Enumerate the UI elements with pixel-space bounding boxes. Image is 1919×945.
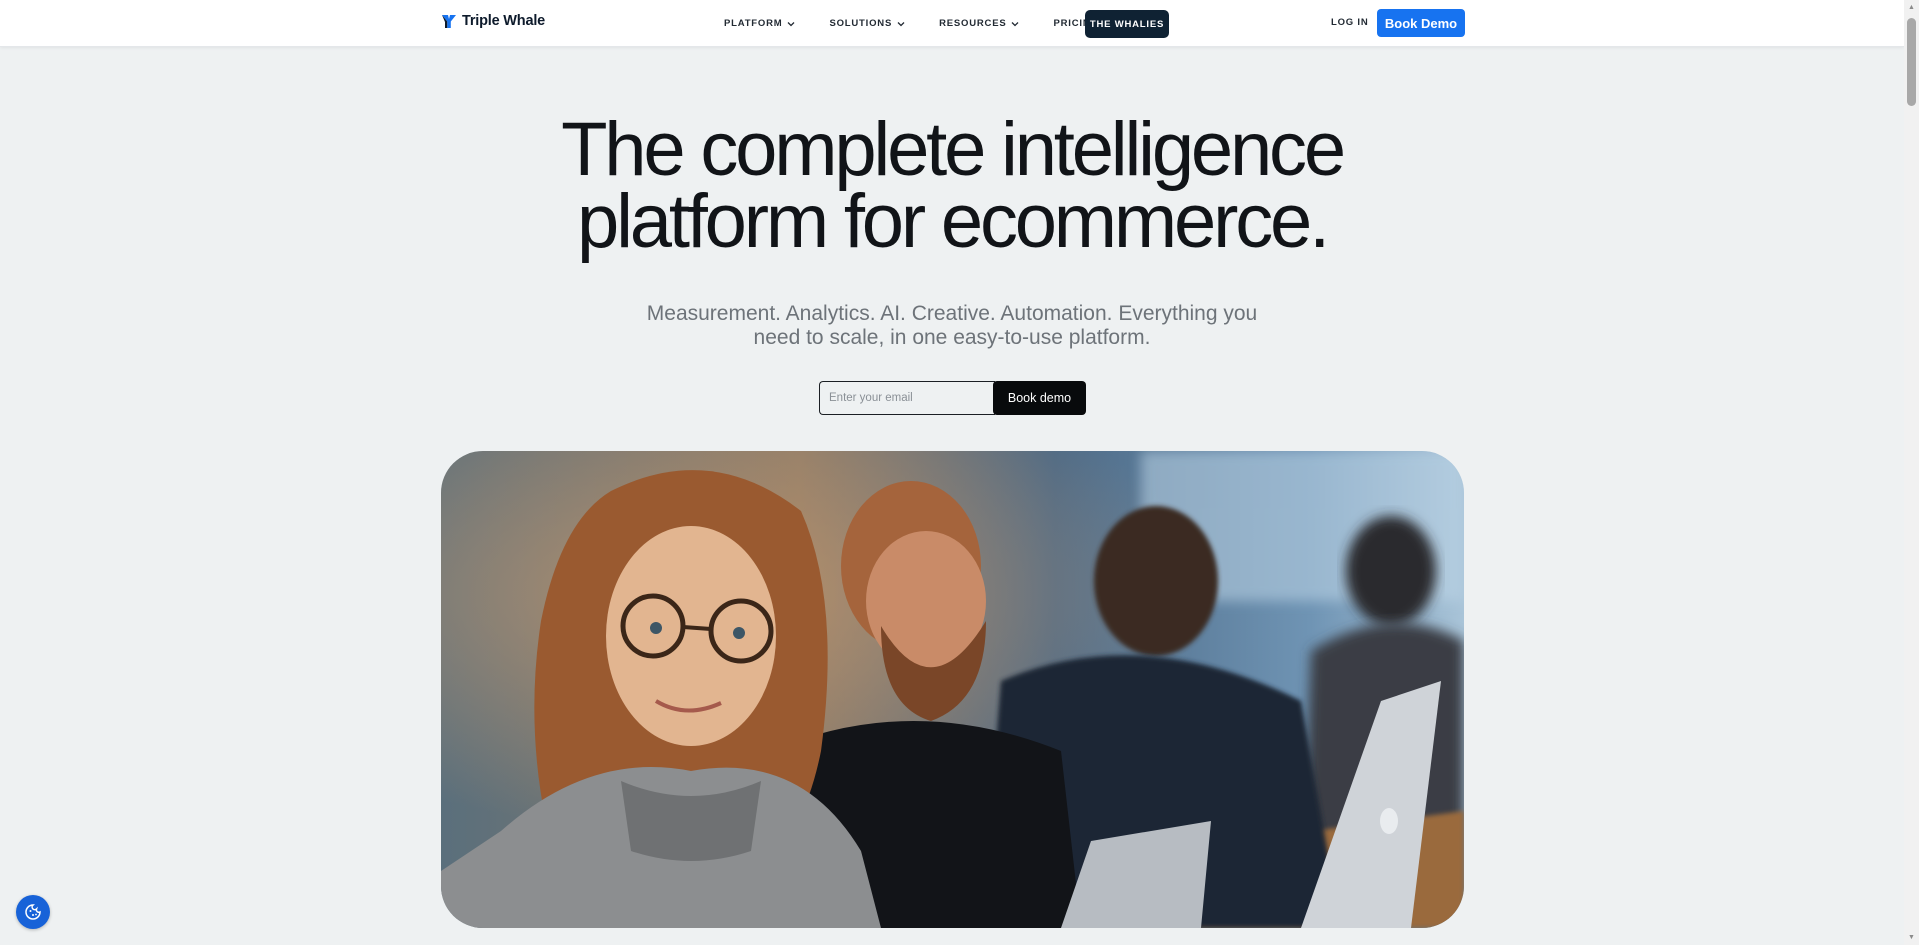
scroll-down-arrow-icon[interactable]: ▼ xyxy=(1904,930,1919,945)
nav-resources-label: RESOURCES xyxy=(939,18,1007,29)
chevron-down-icon xyxy=(897,21,905,26)
nav-solutions[interactable]: SOLUTIONS xyxy=(829,18,905,29)
book-demo-submit-button[interactable]: Book demo xyxy=(993,381,1086,415)
hero-headline: The complete intelligence platform for e… xyxy=(450,112,1454,260)
chevron-down-icon xyxy=(1012,21,1019,26)
nav-platform-label: PLATFORM xyxy=(724,18,783,29)
page-scrollbar[interactable]: ▲ ▼ xyxy=(1904,0,1919,945)
cookie-settings-button[interactable] xyxy=(16,895,50,929)
login-link[interactable]: LOG IN xyxy=(1331,17,1369,28)
nav-platform[interactable]: PLATFORM xyxy=(724,18,795,29)
nav-resources[interactable]: RESOURCES xyxy=(939,18,1019,29)
cookie-icon xyxy=(25,904,41,920)
site-header: Triple Whale PLATFORM SOLUTIONS RESOURCE… xyxy=(0,0,1904,47)
scroll-up-arrow-icon[interactable]: ▲ xyxy=(1904,0,1919,15)
logo[interactable]: Triple Whale xyxy=(442,13,545,29)
hero-subhead: Measurement. Analytics. AI. Creative. Au… xyxy=(630,302,1274,350)
book-demo-button[interactable]: Book Demo xyxy=(1377,9,1465,37)
main-nav: PLATFORM SOLUTIONS RESOURCES PRICING xyxy=(724,0,1133,47)
logo-text: Triple Whale xyxy=(462,13,546,29)
chevron-down-icon xyxy=(788,21,795,26)
nav-solutions-label: SOLUTIONS xyxy=(829,18,893,29)
headline-line-2: platform for ecommerce. xyxy=(577,179,1330,264)
email-signup-form: Book demo xyxy=(819,381,1086,415)
email-input[interactable] xyxy=(819,381,995,415)
scroll-thumb[interactable] xyxy=(1907,18,1916,106)
hero-image xyxy=(441,451,1464,928)
whale-tail-icon xyxy=(442,14,456,28)
the-whalies-button[interactable]: THE WHALIES xyxy=(1085,10,1169,38)
subhead-line-2: need to scale, in one easy-to-use platfo… xyxy=(753,326,1151,349)
subhead-line-1: Measurement. Analytics. AI. Creative. Au… xyxy=(646,302,1258,325)
team-photo-icon xyxy=(441,451,1464,928)
